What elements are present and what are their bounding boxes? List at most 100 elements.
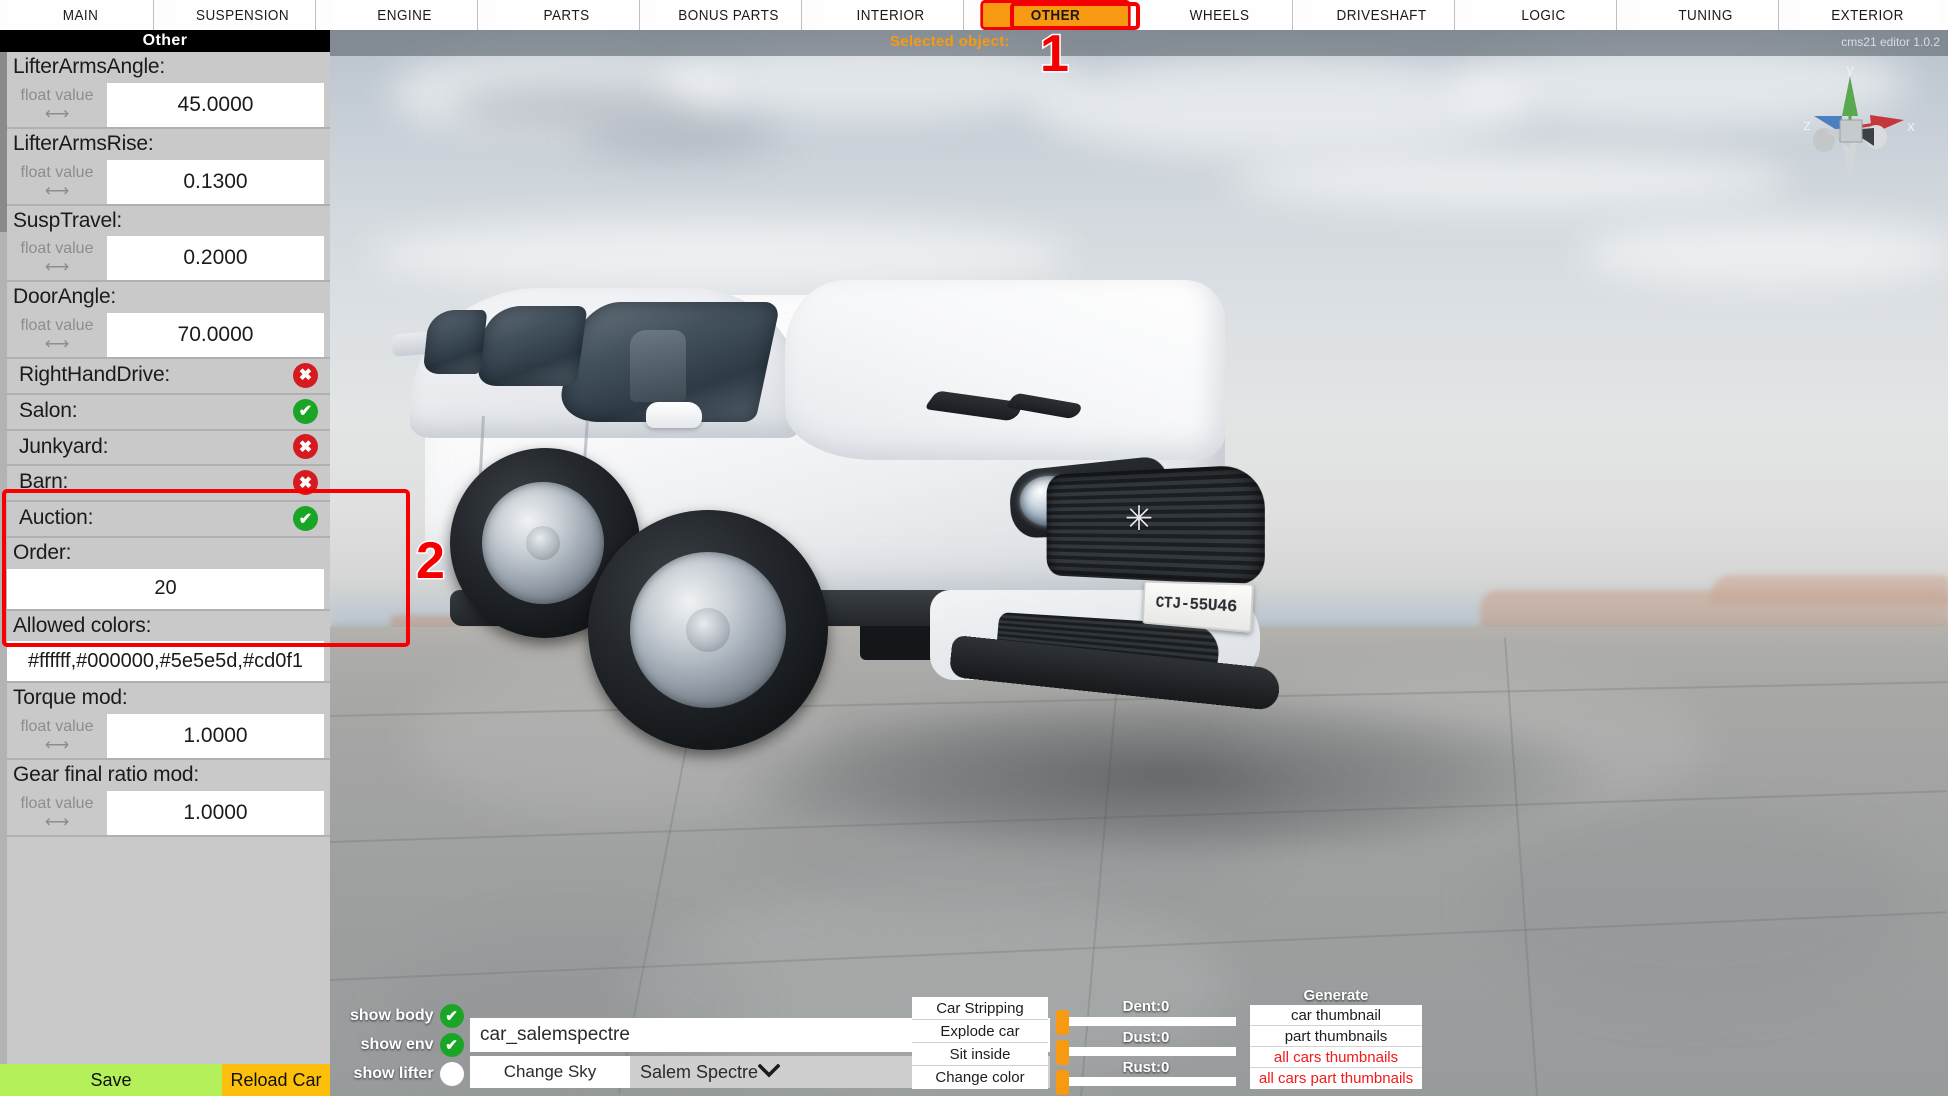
svg-text:y: y [1846,61,1854,78]
bottom-control-bar: show body ✔ show env ✔ show lifter car_salem… [330,987,1948,1096]
slider-track[interactable] [1056,1039,1236,1065]
text-value-input[interactable]: #ffffff,#000000,#5e5e5d,#cd0f1 [7,641,324,682]
selected-object-label: Selected object: [890,33,1010,50]
panel-scrollbar-thumb[interactable] [0,52,7,232]
field-label: Auction: [19,506,94,530]
slider-track[interactable] [1056,1070,1236,1095]
checkmark-icon[interactable]: ✔ [439,1033,464,1057]
display-toggle[interactable]: show lifter [350,1062,464,1086]
property-field: Auction: ✔ [7,502,330,538]
property-field: Torque mod: float value ⟷ 1.0000 [7,683,330,761]
generate-group: Generate car thumbnail part thumbnails all… [1250,987,1422,1089]
side-window-rear [422,310,488,374]
car-hood [785,280,1225,460]
generate-part-thumbnails-button[interactable]: part thumbnails [1250,1026,1422,1047]
tab-tuning[interactable]: TUNING [1633,0,1779,30]
tab-logic[interactable]: LOGIC [1471,0,1617,30]
field-label: Allowed colors: [13,613,152,637]
display-toggle[interactable]: show env ✔ [350,1033,464,1057]
property-field: LifterArmsAngle: float value ⟷ 45.0000 [7,52,330,129]
tab-wheels[interactable]: WHEELS [1147,0,1293,30]
cross-icon[interactable]: ✖ [293,362,318,388]
slider-label: Rust:0 [1122,1058,1170,1076]
tab-interior[interactable]: INTERIOR [818,0,964,30]
float-hint-label: float value [20,718,94,736]
slider-handle[interactable] [1056,1070,1069,1095]
drag-arrows-icon[interactable]: ⟷ [45,105,69,122]
svg-text:x: x [1907,118,1915,135]
3d-viewport[interactable]: ✳ CTJ-55U46 y x z [330,30,1948,1096]
float-value-input[interactable]: 45.0000 [107,82,324,127]
tab-other[interactable]: OTHER [980,0,1131,30]
property-panel: Other LifterArmsAngle: float value ⟷ 45.000… [0,30,330,1096]
property-field: Allowed colors: #ffffff,#000000,#5e5e5d,#… [7,611,330,684]
float-value-input[interactable]: 0.2000 [107,236,324,281]
cross-icon[interactable]: ✖ [293,470,318,496]
drag-arrows-icon[interactable]: ⟷ [45,182,69,199]
float-value-hint: float value ⟷ [7,83,107,127]
float-value-input[interactable]: 1.0000 [107,714,324,759]
generate-title: Generate [1303,987,1369,1004]
tab-main[interactable]: MAIN [8,0,154,30]
bool-field-row: Auction: ✔ [7,502,330,536]
float-value-hint: float value ⟷ [7,791,107,835]
panel-scrollbar[interactable] [0,52,7,1064]
change-color-button[interactable]: Change color [912,1066,1048,1089]
property-field-list: LifterArmsAngle: float value ⟷ 45.0000 Lifte… [7,52,330,1064]
generate-all-cars-thumbnails-button[interactable]: all cars thumbnails [1250,1047,1422,1068]
car-dropdown-value: car_salemspectre [480,1024,630,1045]
main-tab-bar: MAIN SUSPENSION ENGINE PARTS BONUS PARTS INTE… [0,0,1948,30]
property-field: DoorAngle: float value ⟷ 70.0000 [7,282,330,360]
toggle-label: show lifter [353,1065,434,1082]
float-field-row: float value ⟷ 0.1300 [7,159,330,204]
car-stripping-button[interactable]: Car Stripping [912,997,1048,1020]
slider-handle[interactable] [1056,1009,1069,1035]
drag-arrows-icon[interactable]: ⟷ [45,258,69,275]
explode-car-button[interactable]: Explode car [912,1020,1048,1043]
float-value-hint: float value ⟷ [7,160,107,204]
generate-all-cars-part-thumbnails-button[interactable]: all cars part thumbnails [1250,1068,1422,1089]
tab-suspension[interactable]: SUSPENSION [170,0,316,30]
text-value-input[interactable]: 20 [7,568,324,609]
field-label: RightHandDrive: [19,363,171,387]
sit-inside-button[interactable]: Sit inside [912,1043,1048,1066]
panel-action-bar: Save Reload Car [0,1064,330,1096]
field-label: LifterArmsRise: [13,131,154,155]
tab-bonus-parts[interactable]: BONUS PARTS [656,0,802,30]
generate-car-thumbnail-button[interactable]: car thumbnail [1250,1005,1422,1026]
reload-car-button[interactable]: Reload Car [222,1064,330,1096]
save-button[interactable]: Save [0,1064,222,1096]
float-value-input[interactable]: 0.1300 [107,159,324,204]
float-value-input[interactable]: 1.0000 [107,790,324,835]
empty-toggle-icon[interactable] [439,1062,464,1086]
editor-window: MAIN SUSPENSION ENGINE PARTS BONUS PARTS INTE… [0,0,1948,1096]
change-sky-button[interactable]: Change Sky [470,1056,630,1088]
drag-arrows-icon[interactable]: ⟷ [45,813,69,830]
slider-handle[interactable] [1056,1039,1069,1065]
property-field: Barn: ✖ [7,466,330,503]
float-value-hint: float value ⟷ [7,313,107,357]
toggle-label: show env [360,1036,434,1053]
cross-icon[interactable]: ✖ [293,434,318,460]
svg-text:z: z [1803,117,1811,134]
float-value-hint: float value ⟷ [7,236,107,280]
field-label: Junkyard: [19,434,109,458]
float-hint-label: float value [20,163,94,181]
app-version-label: cms21 editor 1.0.2 [1841,35,1940,49]
slider-label: Dent:0 [1122,998,1170,1016]
float-value-input[interactable]: 70.0000 [107,313,324,358]
display-toggle[interactable]: show body ✔ [350,1004,464,1028]
tab-parts[interactable]: PARTS [494,0,640,30]
tab-engine[interactable]: ENGINE [332,0,478,30]
tab-driveshaft[interactable]: DRIVESHAFT [1309,0,1455,30]
drag-arrows-icon[interactable]: ⟷ [45,335,69,352]
float-field-row: float value ⟷ 70.0000 [7,313,330,358]
drag-arrows-icon[interactable]: ⟷ [45,736,69,753]
checkmark-icon[interactable]: ✔ [293,398,318,424]
checkmark-icon[interactable]: ✔ [293,506,318,531]
axis-gizmo[interactable]: y x z [1780,58,1920,198]
checkmark-icon[interactable]: ✔ [439,1004,464,1028]
float-value-hint: float value ⟷ [7,714,107,758]
tab-exterior[interactable]: EXTERIOR [1795,0,1940,30]
slider-track[interactable] [1056,1009,1236,1035]
